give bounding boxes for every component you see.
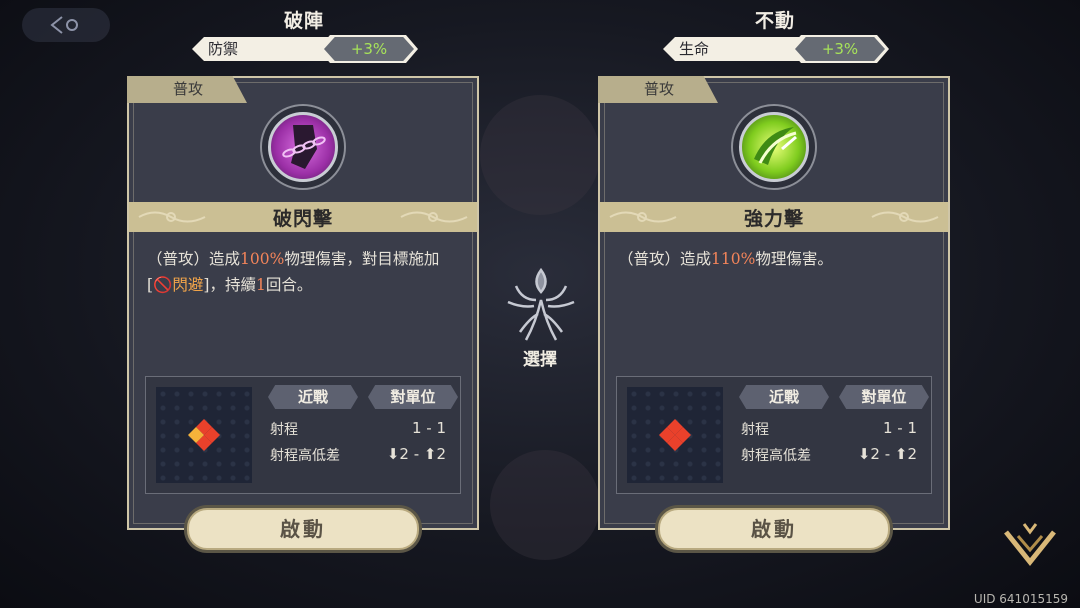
left-bonus-bar: 防禦 +3% xyxy=(192,35,418,63)
select-label: 選擇 xyxy=(523,350,557,370)
right-bonus-bar: 生命 +3% xyxy=(663,35,889,63)
tag-single-target: 對單位 xyxy=(368,385,458,409)
range-info-box: 近戰 對單位 射程 1 - 1 射程高低差 ⬇2 - ⬆2 xyxy=(616,376,932,494)
skill-name: 強力擊 xyxy=(743,207,804,230)
height-diff-label: 射程高低差 xyxy=(741,448,811,464)
range-target-icon xyxy=(659,419,691,451)
chevron-emblem-icon[interactable] xyxy=(1002,518,1058,568)
background-decoration xyxy=(490,450,600,560)
range-value: 1 - 1 xyxy=(882,419,917,437)
range-label: 射程 xyxy=(741,422,769,438)
background-decoration xyxy=(480,95,600,215)
no-entry-icon: 🚫 xyxy=(153,276,173,294)
range-label: 射程 xyxy=(270,422,298,438)
status-evade[interactable]: 閃避 xyxy=(172,276,203,294)
skill-name-band: 破閃擊 xyxy=(129,202,477,232)
back-arrow-icon xyxy=(50,16,78,34)
right-skill-card[interactable]: 普攻 強力擊 （普攻）造成110%物理傷害。 近戰 對單位 射程 1 - 1 射… xyxy=(598,76,950,550)
skill-name: 破閃擊 xyxy=(272,207,333,230)
range-target-icon xyxy=(188,419,220,451)
ornament-right-icon xyxy=(400,211,468,223)
left-skill-card[interactable]: 普攻 破閃擊 （普攻）造成100%物理傷害，對目標施加 [🚫閃避]，持續1回合。 xyxy=(127,76,479,550)
height-diff-value: ⬇2 - ⬆2 xyxy=(857,445,917,463)
range-value: 1 - 1 xyxy=(411,419,446,437)
uid-label: UID 641015159 xyxy=(973,592,1068,606)
skill-description: （普攻）造成100%物理傷害，對目標施加 [🚫閃避]，持續1回合。 xyxy=(147,250,440,294)
ornament-right-icon xyxy=(871,211,939,223)
range-grid xyxy=(156,387,252,483)
left-skill-icon-frame xyxy=(260,104,346,190)
right-skill-icon-frame xyxy=(731,104,817,190)
tag-single-target: 對單位 xyxy=(839,385,929,409)
skill-description: （普攻）造成110%物理傷害。 xyxy=(618,250,833,268)
skill-type-tab: 普攻 xyxy=(127,76,247,103)
tag-melee: 近戰 xyxy=(268,385,358,409)
back-button[interactable] xyxy=(22,8,110,42)
height-diff-value: ⬇2 - ⬆2 xyxy=(386,445,446,463)
ornament-left-icon xyxy=(138,211,206,223)
chain-fist-icon xyxy=(282,125,326,169)
green-slash-icon xyxy=(754,127,797,165)
skill-type-tab: 普攻 xyxy=(598,76,718,103)
tree-emblem-icon xyxy=(507,267,575,341)
skill-name-band: 強力擊 xyxy=(600,202,948,232)
ornament-left-icon xyxy=(609,211,677,223)
height-diff-label: 射程高低差 xyxy=(270,448,340,464)
activate-button[interactable]: 啟動 xyxy=(658,508,890,550)
right-panel-title: 不動 xyxy=(754,10,795,32)
bonus-stat-value: +3% xyxy=(795,37,885,61)
range-grid xyxy=(627,387,723,483)
activate-button[interactable]: 啟動 xyxy=(187,508,419,550)
left-panel-title: 破陣 xyxy=(283,10,324,32)
bonus-stat-value: +3% xyxy=(324,37,414,61)
range-info-box: 近戰 對單位 射程 1 - 1 射程高低差 ⬇2 - ⬆2 xyxy=(145,376,461,494)
tag-melee: 近戰 xyxy=(739,385,829,409)
